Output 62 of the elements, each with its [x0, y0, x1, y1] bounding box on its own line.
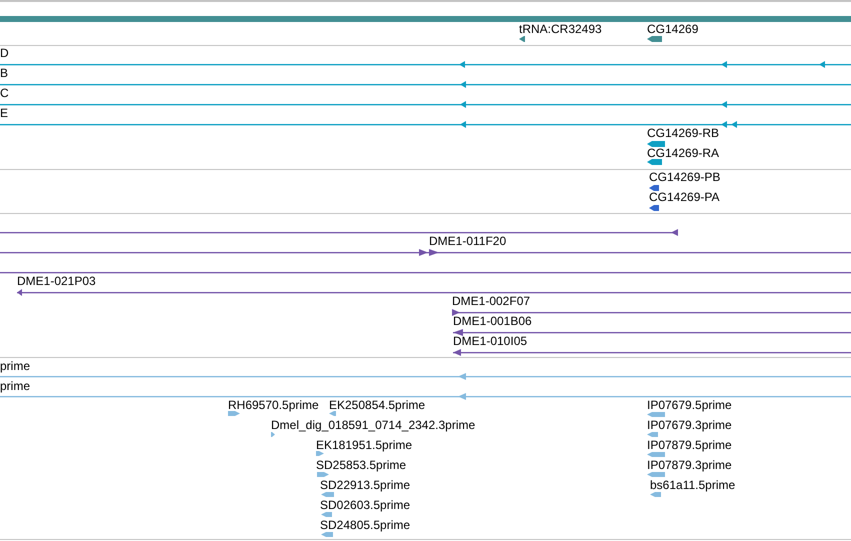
- clone-label: DME1-010I05: [453, 334, 528, 348]
- protein-glyph[interactable]: [649, 185, 659, 191]
- est-glyph[interactable]: [321, 532, 333, 537]
- protein-label: CG14269-PB: [649, 170, 720, 184]
- gene-glyph[interactable]: [519, 36, 525, 42]
- transcript-glyph[interactable]: [647, 141, 665, 147]
- transcript-glyph[interactable]: [647, 159, 662, 165]
- clone-line[interactable]: [0, 229, 678, 236]
- clone-line[interactable]: [453, 349, 851, 356]
- est-glyph[interactable]: [650, 492, 661, 497]
- clone-line[interactable]: [453, 329, 851, 336]
- clone-line[interactable]: [0, 269, 851, 276]
- transcript-label: C: [0, 86, 9, 100]
- clone-label: DME1-001B06: [453, 314, 532, 328]
- est-glyph[interactable]: [647, 432, 658, 437]
- est-label: SD25853.5prime: [316, 458, 406, 472]
- est-line[interactable]: [0, 393, 851, 400]
- clone-label: DME1-002F07: [452, 294, 530, 308]
- est-glyph[interactable]: [647, 472, 665, 477]
- transcript-line[interactable]: [0, 81, 851, 88]
- gene-label: tRNA:CR32493: [519, 22, 602, 36]
- est-glyph[interactable]: [317, 472, 329, 477]
- est-label: bs61a11.5prime: [650, 478, 736, 492]
- transcript-line[interactable]: [0, 101, 851, 108]
- est-glyph[interactable]: [647, 412, 665, 417]
- est-glyph[interactable]: [321, 492, 334, 497]
- clone-label: DME1-011F20: [429, 234, 506, 248]
- protein-label: CG14269-PA: [649, 190, 720, 204]
- est-label: IP07879.5prime: [647, 438, 732, 452]
- est-glyph[interactable]: [228, 411, 240, 416]
- transcript-label: CG14269-RB: [647, 126, 720, 140]
- est-label: EK250854.5prime: [329, 398, 426, 412]
- est-glyph[interactable]: [271, 432, 275, 437]
- transcript-line[interactable]: [0, 61, 851, 68]
- transcript-label: E: [0, 106, 8, 120]
- protein-glyph[interactable]: [649, 205, 659, 211]
- clone-line[interactable]: [452, 309, 851, 316]
- clone-line[interactable]: [17, 289, 851, 296]
- est-label: SD02603.5prime: [320, 498, 410, 512]
- est-glyph[interactable]: [316, 451, 324, 456]
- est-label: prime: [0, 359, 30, 373]
- transcript-label: B: [0, 66, 8, 80]
- est-label: SD24805.5prime: [320, 518, 410, 532]
- est-label: IP07679.3prime: [647, 418, 732, 432]
- est-label: IP07879.3prime: [647, 458, 732, 472]
- est-label: Dmel_dig_018591_0714_2342.3prime: [271, 418, 476, 432]
- est-label: EK181951.5prime: [316, 438, 412, 452]
- est-label: prime: [0, 379, 30, 393]
- est-label: SD22913.5prime: [320, 478, 410, 492]
- est-glyph[interactable]: [321, 512, 332, 517]
- transcript-line[interactable]: [0, 121, 851, 128]
- clone-label: DME1-021P03: [17, 274, 96, 288]
- est-line[interactable]: [0, 373, 851, 380]
- gene-glyph[interactable]: [647, 36, 662, 42]
- gene-label: CG14269: [647, 22, 698, 36]
- est-label: IP07679.5prime: [647, 398, 732, 412]
- transcript-label: CG14269-RA: [647, 146, 720, 160]
- transcript-label: D: [0, 46, 9, 60]
- est-glyph[interactable]: [329, 411, 336, 416]
- est-glyph[interactable]: [647, 452, 665, 457]
- est-label: RH69570.5prime: [228, 398, 319, 412]
- clone-line[interactable]: [0, 249, 851, 256]
